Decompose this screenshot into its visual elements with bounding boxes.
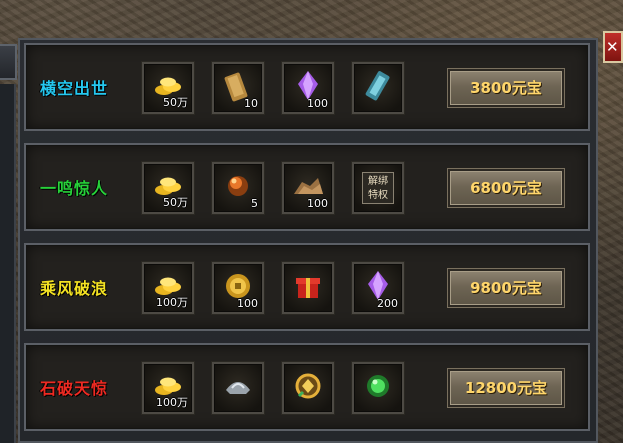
gold-medallion-icon [295,373,321,399]
buy-button[interactable]: 6800元宝 [448,169,564,207]
blue-talisman-icon [365,71,390,101]
item-quantity: 200 [377,297,398,310]
reward-slot-gold-ingots[interactable]: 100万 [142,362,194,414]
reward-slot-gold-ingots[interactable]: 50万 [142,62,194,114]
item-quantity: 100 [237,297,258,310]
reward-slot-scroll-bundle[interactable]: 10 [212,62,264,114]
close-button[interactable]: ✕ [603,31,623,63]
close-icon: ✕ [606,38,619,56]
item-quantity: 50万 [163,96,188,109]
red-gift-box-icon [296,278,320,298]
buy-button[interactable]: 9800元宝 [448,269,564,307]
privilege-badge-icon: 解绑 特权 [362,172,394,204]
reward-slot-red-gift-box[interactable] [282,262,334,314]
reward-slot-silver-helmet[interactable] [212,362,264,414]
item-quantity: 10 [244,97,258,110]
reward-slot-gold-medallion[interactable] [282,362,334,414]
buy-button[interactable]: 3800元宝 [448,69,564,107]
reward-slot-purple-crystal[interactable]: 100 [282,62,334,114]
package-row-2: 一鸣惊人 50万 5 100 解绑 特权 6800元宝 [24,143,590,231]
item-quantity: 100万 [156,396,188,409]
reward-slot-gold-ingots[interactable]: 100万 [142,262,194,314]
item-quantity: 5 [251,197,258,210]
reward-slot-privilege-badge[interactable]: 解绑 特权 [352,162,404,214]
green-jade-orb-icon [367,375,389,397]
reward-slot-gold-ingots[interactable]: 50万 [142,162,194,214]
package-title: 横空出世 [40,79,109,98]
reward-slot-green-jade-orb[interactable] [352,362,404,414]
package-title: 乘风破浪 [40,279,109,298]
reward-slot-purple-crystal[interactable]: 200 [352,262,404,314]
reward-slot-gold-coin[interactable]: 100 [212,262,264,314]
reward-slot-fire-orb[interactable]: 5 [212,162,264,214]
item-quantity: 100 [307,97,328,110]
side-tab[interactable] [0,44,17,80]
side-panel-edge [0,84,16,443]
reward-slot-ore-pile[interactable]: 100 [282,162,334,214]
package-title: 一鸣惊人 [40,179,109,198]
silver-helmet-icon [226,382,250,394]
reward-slot-blue-talisman[interactable] [352,62,404,114]
package-row-3: 乘风破浪 100万 100 200 9800元宝 [24,243,590,331]
item-quantity: 100 [307,197,328,210]
package-row-1: 横空出世 50万 10 100 3800元宝 [24,43,590,131]
package-row-4: 石破天惊 100万 12800元宝 [24,343,590,431]
buy-button[interactable]: 12800元宝 [448,369,564,407]
item-quantity: 100万 [156,296,188,309]
package-title: 石破天惊 [40,379,109,398]
item-quantity: 50万 [163,196,188,209]
